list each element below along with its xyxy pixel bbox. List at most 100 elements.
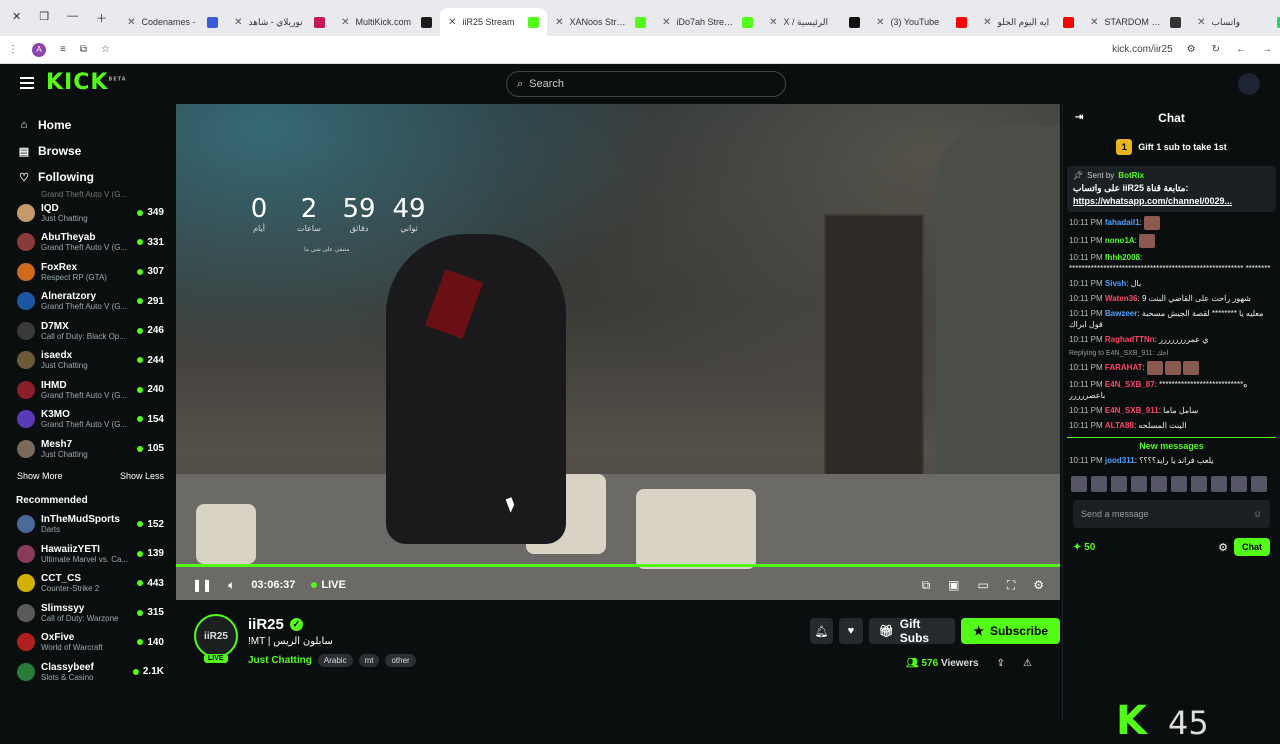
playlist-icon[interactable]: ≡ xyxy=(60,44,66,55)
browser-tab[interactable]: ✕ iiR25 Stream xyxy=(440,8,548,36)
gift-leaderboard-banner[interactable]: 1 Gift 1 sub to take 1st xyxy=(1063,132,1280,162)
close-tab-icon[interactable]: ✕ xyxy=(876,17,884,28)
fullscreen-icon[interactable]: ⛶ xyxy=(1007,578,1015,593)
emote-icon[interactable] xyxy=(1171,476,1187,492)
site-settings-icon[interactable]: ⚙ xyxy=(1187,44,1196,55)
message-username[interactable]: jood311 xyxy=(1105,456,1135,465)
message-username[interactable]: fahadail1 xyxy=(1105,218,1140,227)
pip-icon[interactable]: ⧉ xyxy=(922,578,931,593)
close-tab-icon[interactable]: ✕ xyxy=(234,17,242,28)
sidebar-channel[interactable]: Alneratzory Grand Theft Auto V (G... 291 xyxy=(0,287,174,317)
tag-chip[interactable]: Arabic xyxy=(317,654,353,667)
pause-icon[interactable]: ❚❚ xyxy=(192,578,212,592)
follow-heart-button[interactable]: ♥ xyxy=(839,618,863,644)
share-icon[interactable]: ⇪ xyxy=(997,658,1005,669)
clip-icon[interactable]: ▣ xyxy=(948,578,959,593)
notification-bell-button[interactable]: 🔔︎ xyxy=(810,618,834,644)
minimize-window-icon[interactable]: — xyxy=(67,10,78,26)
new-tab-icon[interactable]: ＋ xyxy=(96,10,107,26)
tag-chip[interactable]: mt xyxy=(358,654,380,667)
channel-points[interactable]: ✦ 50 xyxy=(1073,542,1095,553)
close-tab-icon[interactable]: ✕ xyxy=(448,17,456,28)
sidebar-channel[interactable]: K3MO Grand Theft Auto V (G... 154 xyxy=(0,405,174,435)
browser-tab[interactable]: ✕ ايه اليوم الحلو xyxy=(975,8,1082,36)
sidebar-channel[interactable]: FoxRex Respect RP (GTA) 307 xyxy=(0,257,174,287)
back-icon[interactable]: ← xyxy=(1236,44,1246,55)
streamer-name[interactable]: iiR25 ✓ xyxy=(248,616,303,633)
reload-icon[interactable]: ↻ xyxy=(1212,44,1220,55)
subscribe-button[interactable]: ★ Subscribe xyxy=(961,618,1060,644)
emote-icon[interactable] xyxy=(1191,476,1207,492)
sidebar-channel[interactable]: HawaiizYETI Ultimate Marvel vs. Ca... 139 xyxy=(0,539,174,569)
menu-dots-icon[interactable]: ⋮ xyxy=(8,44,18,55)
message-username[interactable]: Sivsh xyxy=(1105,279,1126,288)
emoji-icon[interactable]: ☺ xyxy=(1253,509,1262,519)
close-tab-icon[interactable]: ✕ xyxy=(555,17,563,28)
emote-icon[interactable] xyxy=(1251,476,1267,492)
close-tab-icon[interactable]: ✕ xyxy=(1090,17,1098,28)
close-tab-icon[interactable]: ✕ xyxy=(983,17,991,28)
url-field[interactable]: kick.com/iir25 xyxy=(1112,44,1173,55)
collapse-chat-icon[interactable]: ⇥ xyxy=(1075,112,1083,123)
settings-gear-icon[interactable]: ⚙ xyxy=(1033,578,1044,593)
category-link[interactable]: Just Chatting xyxy=(248,655,312,666)
message-username[interactable]: ALTA88 xyxy=(1105,421,1134,430)
tag-chip[interactable]: other xyxy=(385,654,416,667)
close-window-icon[interactable]: ✕ xyxy=(12,10,21,26)
volume-icon[interactable]: 🔈︎ xyxy=(228,578,235,593)
message-username[interactable]: E4N_SXB_87 xyxy=(1105,380,1155,389)
browser-tab[interactable]: ✕ نوريلاي - شاهد xyxy=(226,8,333,36)
hamburger-menu-icon[interactable] xyxy=(20,77,34,89)
show-more-button[interactable]: Show More xyxy=(17,471,63,481)
sidebar-channel[interactable]: InTheMudSports Darts 152 xyxy=(0,510,174,540)
kick-logo[interactable]: KICKBETA xyxy=(46,70,127,95)
sidebar-channel[interactable]: Slimssyy Call of Duty: Warzone 315 xyxy=(0,598,174,628)
sidebar-channel[interactable]: IQD Just Chatting 349 xyxy=(0,198,174,228)
gift-subs-button[interactable]: 🎁︎ Gift Subs xyxy=(868,617,956,645)
browser-tab[interactable]: ✕ iDo7ah Stream xyxy=(654,8,761,36)
stream-progress-bar[interactable] xyxy=(176,564,1060,567)
message-username[interactable]: FARAHAT xyxy=(1105,363,1143,372)
message-username[interactable]: RaghadTTNn xyxy=(1105,335,1155,344)
emote-icon[interactable] xyxy=(1071,476,1087,492)
sidebar-channel[interactable]: IHMD Grand Theft Auto V (G... 240 xyxy=(0,375,174,405)
sidebar-channel[interactable]: AbuTheyab Grand Theft Auto V (G... 331 xyxy=(0,228,174,258)
chat-message-input[interactable]: Send a message ☺ xyxy=(1073,500,1270,528)
browser-tab[interactable]: ✕ X / الرئيسية xyxy=(761,8,868,36)
close-tab-icon[interactable]: ✕ xyxy=(341,17,349,28)
restore-window-icon[interactable]: ❐ xyxy=(39,10,49,26)
browser-tab[interactable]: ✕ (3) YouTube xyxy=(868,8,975,36)
user-avatar[interactable] xyxy=(1238,73,1260,95)
sidebar-channel[interactable]: Classybeef Slots & Casino 2.1K xyxy=(0,657,174,687)
message-username[interactable]: nono1A xyxy=(1105,236,1135,245)
sidebar-channel[interactable]: CCT_CS Counter-Strike 2 443 xyxy=(0,569,174,599)
streamer-avatar[interactable]: iiR25 xyxy=(194,614,238,658)
emote-icon[interactable] xyxy=(1151,476,1167,492)
close-tab-icon[interactable]: ✕ xyxy=(662,17,670,28)
browser-tab[interactable]: ✕ Codenames - xyxy=(119,8,226,36)
sidebar-channel[interactable]: OxFive World of Warcraft 140 xyxy=(0,628,174,658)
close-tab-icon[interactable]: ✕ xyxy=(769,17,777,28)
live-indicator[interactable]: LIVE xyxy=(311,579,346,591)
forward-icon[interactable]: → xyxy=(1262,44,1272,55)
nav-browse[interactable]: ▤ Browse xyxy=(0,138,174,164)
sidebar-channel[interactable]: D7MX Call of Duty: Black Op... 246 xyxy=(0,316,174,346)
new-messages-divider[interactable]: New messages xyxy=(1067,437,1276,451)
message-username[interactable]: fhhh2008 xyxy=(1105,253,1140,262)
bookmark-star-icon[interactable]: ☆ xyxy=(101,44,110,55)
browser-tab[interactable]: ✕ STARDOM UN xyxy=(1082,8,1189,36)
video-player[interactable]: 0 أيام 2 ساعات 59 دقائق 49 ثواني متبقي على ش… xyxy=(176,104,1060,600)
extension-icon[interactable]: ⧉ xyxy=(80,44,87,55)
message-username[interactable]: Waten36 xyxy=(1105,294,1138,303)
browser-tab[interactable]: ✕ واتساب xyxy=(1189,8,1280,36)
message-username[interactable]: E4N_SXB_911 xyxy=(1105,406,1159,415)
search-input[interactable]: ⌕ Search xyxy=(506,71,786,97)
close-tab-icon[interactable]: ✕ xyxy=(1197,17,1205,28)
browser-tab[interactable]: ✕ XANoos Stream xyxy=(547,8,654,36)
emote-icon[interactable] xyxy=(1231,476,1247,492)
sidebar-channel[interactable]: Mesh7 Just Chatting 105 xyxy=(0,434,174,464)
sidebar-channel[interactable]: isaedx Just Chatting 244 xyxy=(0,346,174,376)
chat-settings-icon[interactable]: ⚙ xyxy=(1218,541,1228,554)
browser-tab[interactable]: ✕ MultiKick.com xyxy=(333,8,440,36)
profile-avatar[interactable]: A xyxy=(32,42,46,57)
